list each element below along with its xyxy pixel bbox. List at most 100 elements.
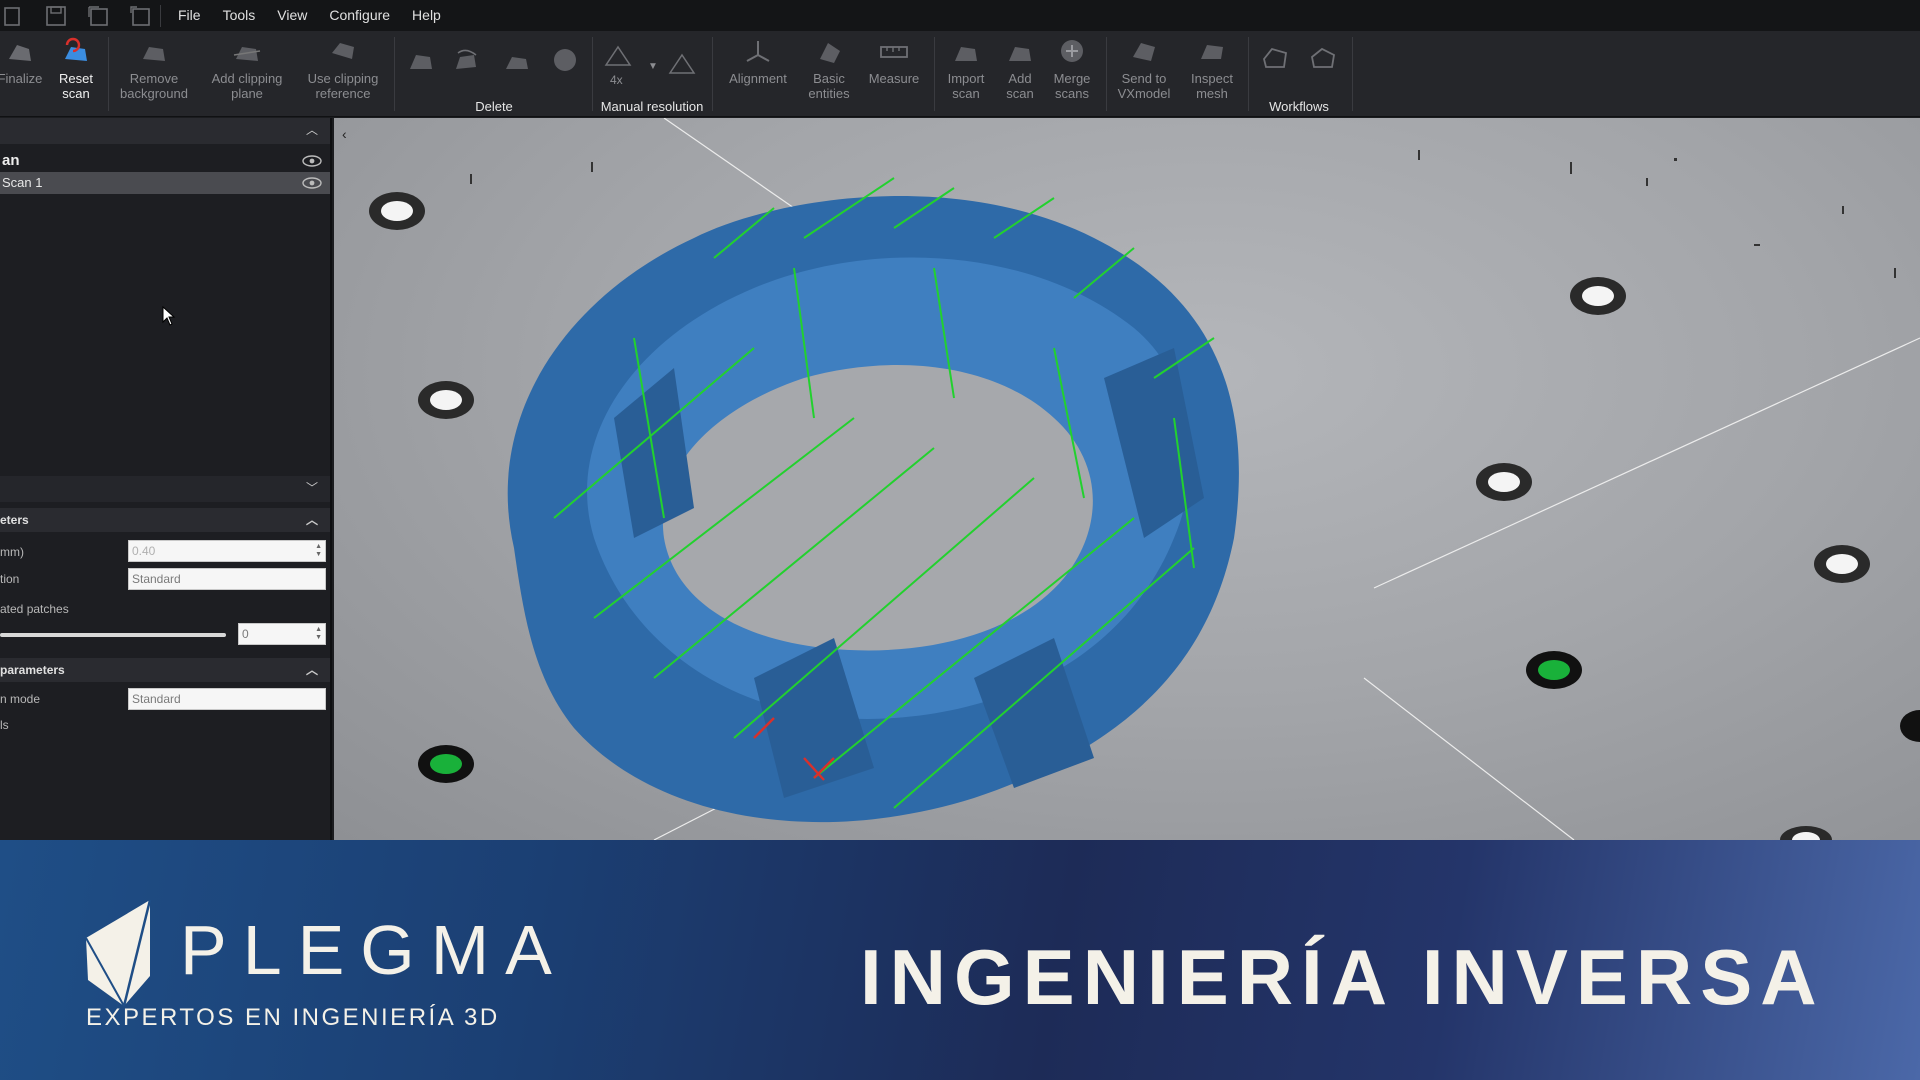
merge-scans-icon	[1061, 40, 1083, 62]
patches-spinner-icon[interactable]: ▲ ▼	[315, 626, 322, 642]
delete-lasso-icon[interactable]	[450, 45, 484, 75]
measure-button[interactable]: Measure	[854, 37, 934, 86]
clipping-reference-icon	[332, 43, 354, 59]
alignment-button[interactable]: Alignment	[718, 37, 798, 86]
delete-sphere-icon[interactable]	[548, 45, 582, 75]
menu-separator	[160, 4, 161, 27]
brand-banner: PLEGMA EXPERTOS EN INGENIERÍA 3D INGENIE…	[0, 840, 1920, 1080]
tree-scan-row[interactable]: Scan 1	[0, 172, 330, 194]
resolution-value: 4x	[610, 73, 623, 87]
save-as-icon[interactable]	[86, 4, 110, 28]
tree-panel-header: ︿	[0, 118, 330, 144]
resolution-field-value: 0.40	[132, 544, 156, 558]
workflow-guided-icon[interactable]	[1258, 43, 1292, 73]
remove-background-button[interactable]: Remove background	[114, 37, 194, 101]
optimization-select[interactable]: Standard	[128, 568, 326, 590]
tree-root-row[interactable]: an	[0, 150, 330, 172]
isolated-patches-label: ated patches	[0, 602, 69, 616]
parameters-section-header[interactable]: eters ︿	[0, 508, 330, 532]
toolbar-divider	[108, 37, 109, 111]
properties-panel-header: ﹀	[0, 476, 330, 502]
quick-access-toolbar	[0, 4, 160, 28]
reset-scan-label-1: Reset	[59, 71, 93, 86]
collapse-up-icon[interactable]: ︿	[306, 514, 318, 526]
inspect-mesh-button[interactable]: Inspect mesh	[1172, 37, 1252, 101]
remove-background-icon	[143, 47, 165, 61]
advanced-parameters-header[interactable]: parameters ︿	[0, 658, 330, 682]
basic-entities-label-2: entities	[808, 86, 850, 101]
clipping-plane-icon	[233, 47, 261, 61]
target-marker	[1900, 710, 1920, 742]
use-clipping-reference-label-2: reference	[315, 86, 371, 101]
remove-background-label-1: Remove	[129, 71, 179, 86]
new-icon[interactable]	[2, 4, 26, 28]
isolated-patches-value: 0	[242, 627, 249, 641]
resolution-spinner-icon[interactable]: ▲ ▼	[315, 543, 322, 559]
target-marker	[418, 745, 474, 783]
isolated-patches-slider[interactable]	[0, 633, 226, 637]
remove-background-label-2: background	[120, 86, 188, 101]
reset-scan-button[interactable]: Reset scan	[36, 37, 116, 101]
visibility-eye-icon[interactable]	[302, 155, 322, 167]
alignment-icon	[746, 41, 770, 62]
collapse-up-icon[interactable]: ︿	[306, 124, 318, 136]
mouse-cursor-icon	[162, 306, 176, 326]
mode-select-value: Standard	[132, 692, 181, 706]
toolbar-divider	[1352, 37, 1353, 111]
tree-scan-label: Scan 1	[2, 175, 43, 190]
target-marker	[1526, 651, 1582, 689]
visibility-eye-icon[interactable]	[302, 177, 322, 189]
merge-scans-label-1: Merge	[1053, 71, 1091, 86]
use-clipping-reference-label-1: Use clipping	[307, 71, 379, 86]
resolution-increase-icon[interactable]	[666, 49, 698, 77]
brand-name: PLEGMA	[180, 911, 568, 989]
basic-entities-icon	[820, 43, 840, 63]
inspect-mesh-label-2: mesh	[1196, 86, 1228, 101]
workflow-mesh-icon[interactable]	[1306, 43, 1340, 73]
target-marker	[1570, 277, 1626, 315]
resolution-decrease-icon[interactable]	[602, 41, 634, 69]
menu-configure[interactable]: Configure	[318, 0, 401, 31]
advanced-parameters-title: parameters	[0, 663, 65, 677]
menu-help[interactable]: Help	[401, 0, 452, 31]
collapse-up-icon[interactable]: ︿	[306, 664, 318, 676]
scanned-part	[507, 177, 1239, 823]
ribbon-toolbar: Finalize Reset scan Remove background Ad…	[0, 31, 1920, 117]
toolbar-divider	[394, 37, 395, 111]
menu-tools[interactable]: Tools	[212, 0, 267, 31]
import-scan-icon	[955, 47, 977, 61]
resolution-label: mm)	[0, 545, 24, 559]
scan-scene	[369, 118, 1920, 840]
save-icon[interactable]	[44, 4, 68, 28]
delete-selection-icon[interactable]	[404, 45, 438, 75]
3d-viewport[interactable]: ‹	[334, 118, 1920, 840]
parameters-section-title: eters	[0, 513, 29, 527]
mode-select[interactable]: Standard	[128, 688, 326, 710]
optimization-select-value: Standard	[132, 572, 181, 586]
reset-scan-icon	[65, 37, 87, 61]
collapse-panel-icon[interactable]: ‹	[342, 126, 347, 142]
toolbar-divider	[712, 37, 713, 111]
add-clipping-plane-button[interactable]: Add clipping plane	[207, 37, 287, 101]
export-icon[interactable]	[128, 4, 152, 28]
extra-label: ls	[0, 718, 9, 732]
menu-bar: File Tools View Configure Help	[0, 0, 1920, 31]
menu-view[interactable]: View	[266, 0, 318, 31]
merge-scans-button[interactable]: Merge scans	[1032, 37, 1112, 101]
target-marker	[369, 192, 425, 230]
resolution-field[interactable]: 0.40 ▲ ▼	[128, 540, 326, 562]
delete-isolated-icon[interactable]	[500, 45, 534, 75]
add-clipping-plane-label-2: plane	[231, 86, 263, 101]
send-to-vxmodel-icon	[1133, 43, 1155, 61]
inspect-mesh-icon	[1201, 45, 1223, 59]
use-clipping-reference-button[interactable]: Use clipping reference	[303, 37, 383, 101]
resolution-dropdown-icon[interactable]: ▼	[648, 61, 658, 72]
optimization-label: tion	[0, 572, 20, 586]
target-marker	[1780, 826, 1832, 840]
add-clipping-plane-label-1: Add clipping	[211, 71, 283, 86]
isolated-patches-field[interactable]: 0 ▲ ▼	[238, 623, 326, 645]
expand-down-icon[interactable]: ﹀	[306, 482, 318, 494]
finalize-icon	[9, 45, 31, 61]
menu-file[interactable]: File	[167, 0, 212, 31]
scan-panel: ︿ an Scan 1 ﹀ eters ︿ mm) 0.40 ▲ ▼ tion S…	[0, 118, 332, 840]
